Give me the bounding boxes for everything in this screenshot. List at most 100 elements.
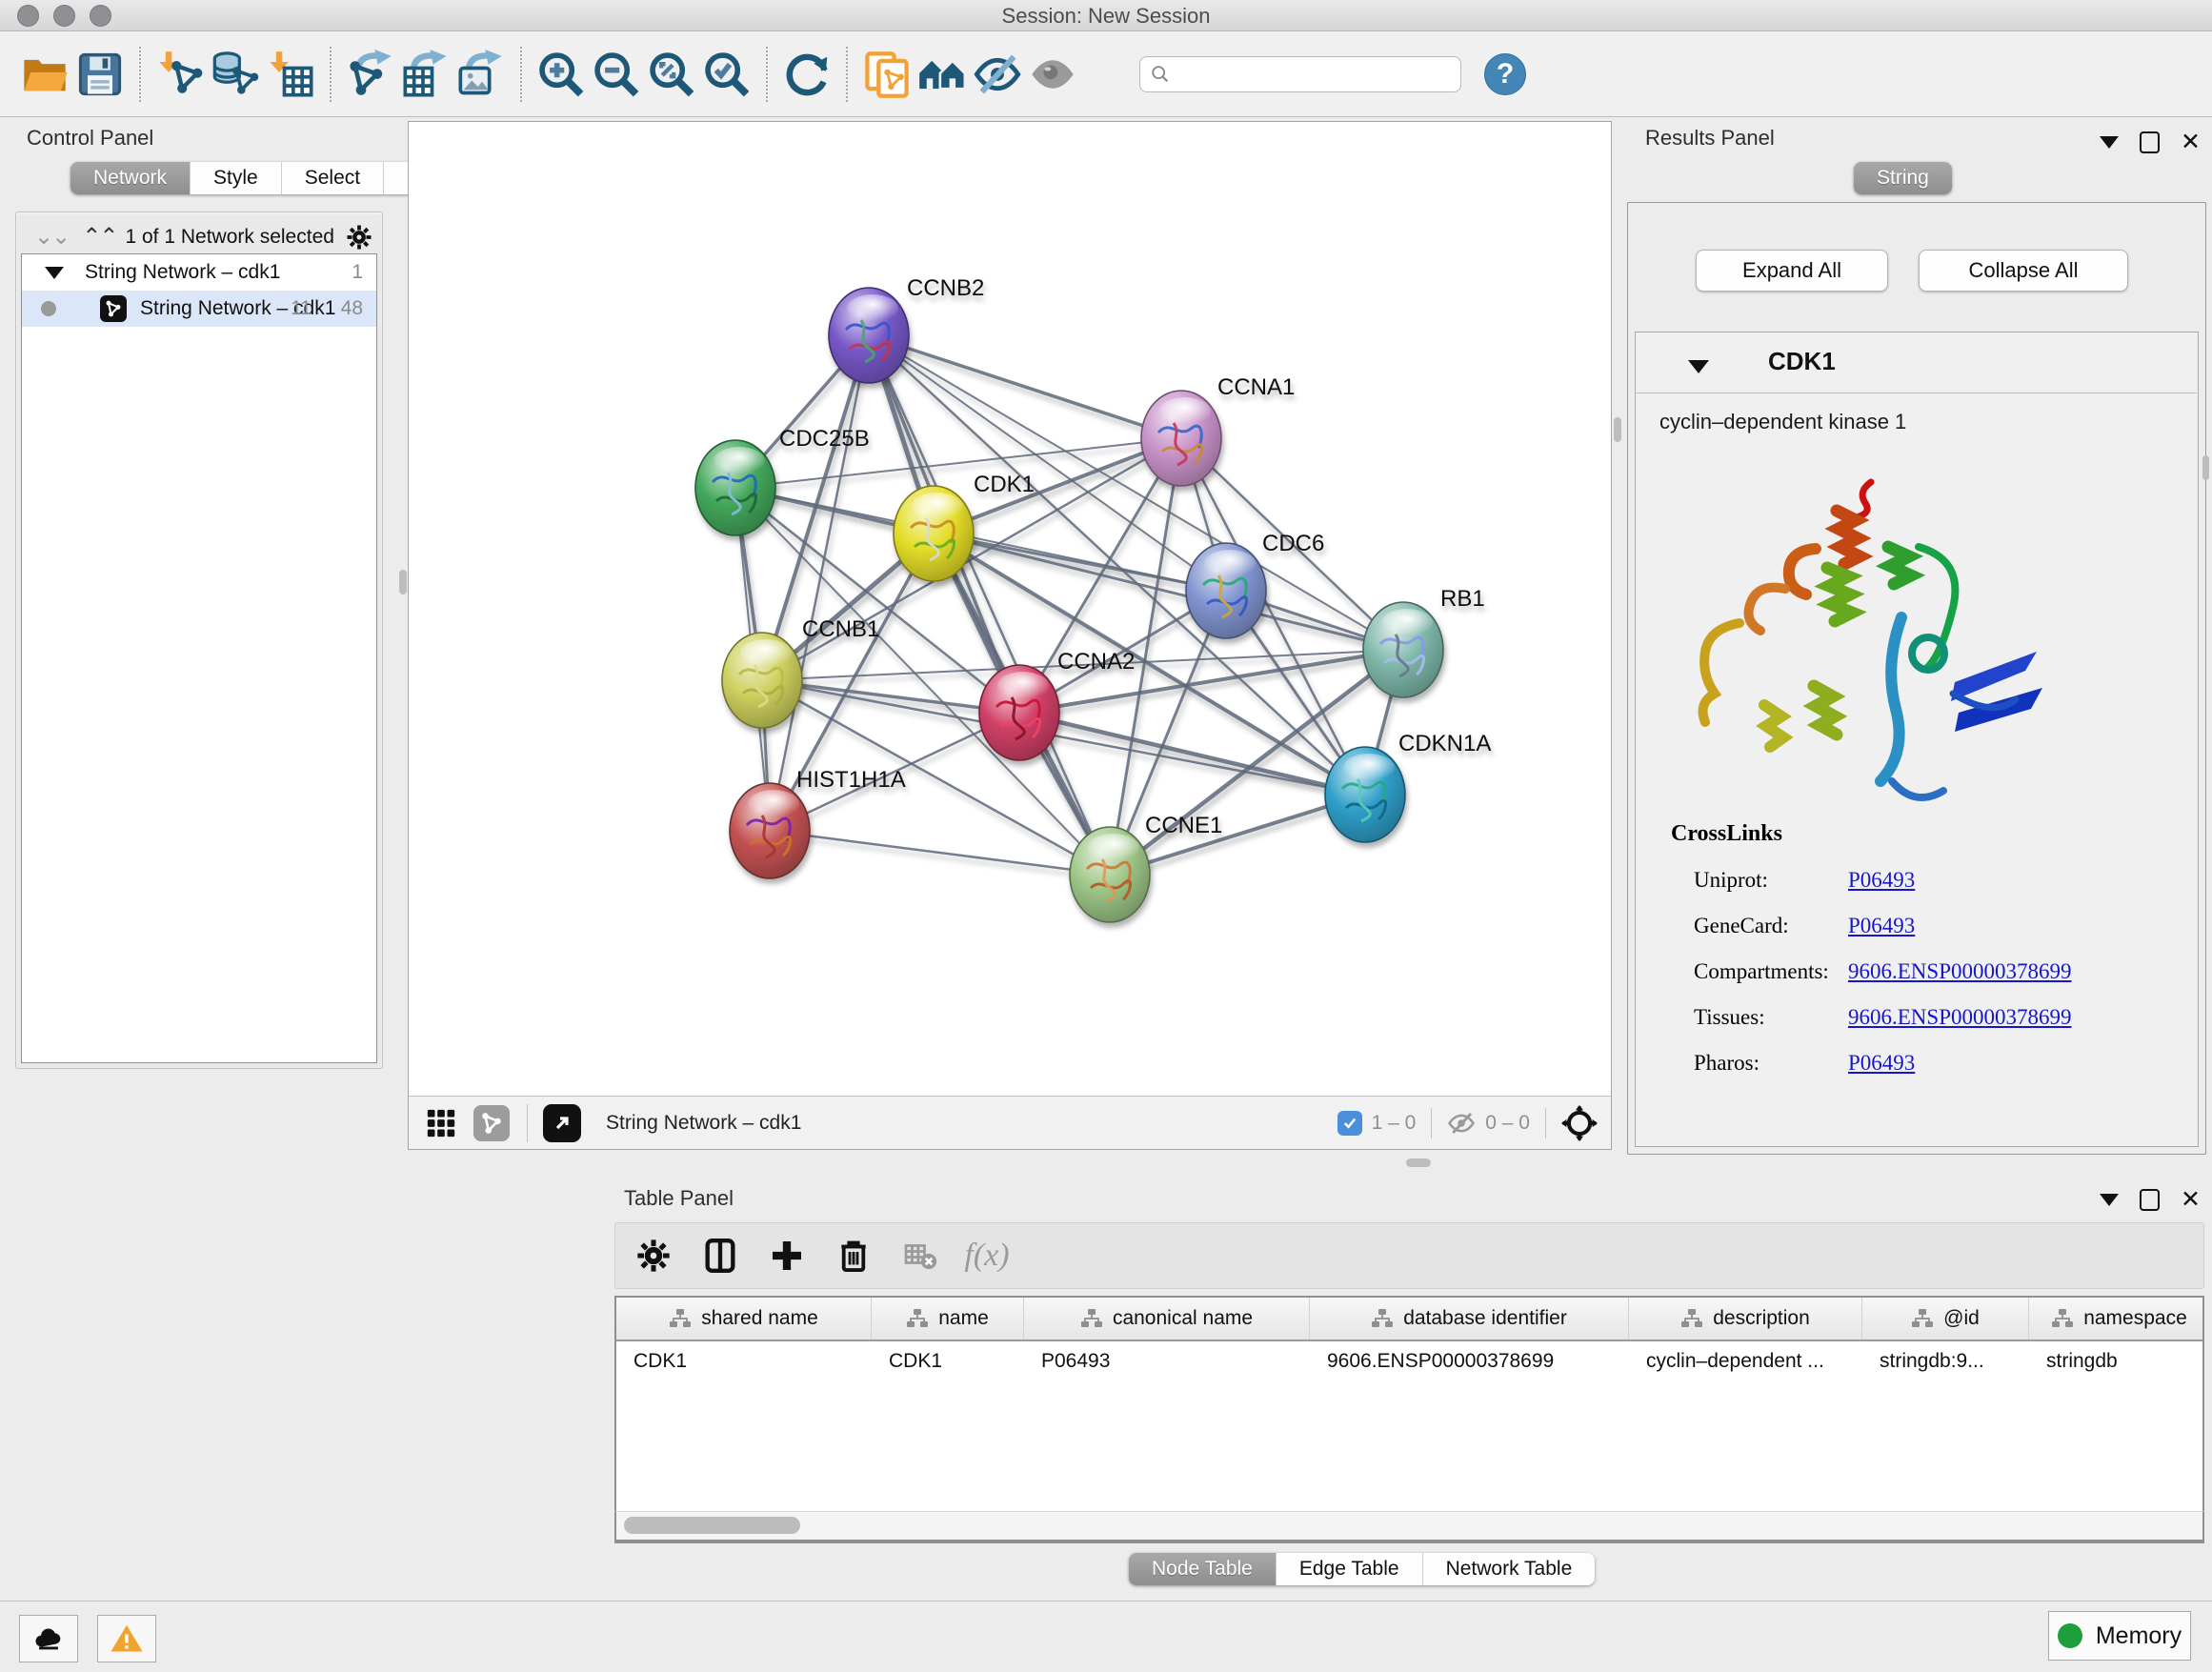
collapse-all-button[interactable]: Collapse All — [1919, 250, 2128, 292]
edge-CDK1-RB1[interactable] — [934, 534, 1403, 650]
column-header--id[interactable]: @id — [1862, 1298, 2029, 1340]
apply-layout-button[interactable] — [779, 47, 835, 102]
node-RB1[interactable]: RB1 — [1363, 586, 1485, 697]
collapse-all-networks-icon[interactable]: ⌃⌃ — [82, 229, 116, 246]
warning-status-button[interactable] — [97, 1615, 156, 1662]
help-button[interactable]: ? — [1484, 53, 1526, 95]
edge-CCNB2-CCNE1[interactable] — [869, 335, 1110, 875]
tab-string[interactable]: String — [1854, 162, 1952, 194]
crosslink-link[interactable]: P06493 — [1848, 868, 1915, 893]
zoom-fit-button[interactable] — [644, 47, 699, 102]
expand-all-networks-icon[interactable]: ⌄⌄ — [34, 229, 69, 246]
node-table[interactable]: shared name name canonical name database… — [614, 1296, 2204, 1543]
import-network-database-button[interactable] — [208, 47, 263, 102]
zoom-selected-button[interactable] — [699, 47, 754, 102]
column-header-description[interactable]: description — [1629, 1298, 1862, 1340]
node-CCNE1[interactable]: CCNE1 — [1070, 813, 1222, 922]
tab-edge-table[interactable]: Edge Table — [1277, 1553, 1423, 1585]
memory-button[interactable]: Memory — [2048, 1611, 2191, 1661]
right-splitter-handle[interactable] — [1614, 417, 1621, 442]
horizontal-splitter-handle[interactable] — [1406, 1158, 1431, 1167]
table-panel-collapse-icon[interactable] — [2100, 1194, 2119, 1206]
left-splitter-handle[interactable] — [399, 570, 407, 594]
table-cell[interactable]: P06493 — [1024, 1350, 1310, 1373]
table-cell[interactable]: CDK1 — [616, 1350, 872, 1373]
collection-expand-icon[interactable] — [45, 267, 64, 279]
node-section-header[interactable] — [1635, 339, 2197, 393]
show-columns-icon[interactable] — [695, 1231, 745, 1280]
crosslink-link[interactable]: 9606.ENSP00000378699 — [1848, 959, 2072, 984]
table-panel-close-icon[interactable]: ✕ — [2181, 1191, 2201, 1209]
table-cell[interactable]: 9606.ENSP00000378699 — [1310, 1350, 1629, 1373]
export-image-button[interactable] — [453, 47, 509, 102]
show-all-button[interactable] — [1025, 47, 1080, 102]
table-options-gear-icon[interactable] — [629, 1231, 678, 1280]
table-horizontal-scrollbar[interactable] — [614, 1511, 2204, 1541]
create-column-plus-icon[interactable] — [762, 1231, 812, 1280]
network-canvas[interactable]: CCNB2 CCNA1 CDC25B CDK1 CDC6 R — [409, 122, 1611, 1096]
search-box[interactable] — [1139, 56, 1461, 92]
open-session-button[interactable] — [17, 47, 72, 102]
clone-network-button[interactable] — [859, 47, 915, 102]
column-header-name[interactable]: name — [872, 1298, 1024, 1340]
table-cell[interactable]: cyclin–dependent ... — [1629, 1350, 1862, 1373]
zoom-out-button[interactable] — [589, 47, 644, 102]
edge-CCNA2-CDKN1A[interactable] — [1019, 713, 1365, 795]
string-view-icon[interactable] — [473, 1105, 510, 1141]
first-neighbors-button[interactable] — [915, 47, 970, 102]
export-table-button[interactable] — [398, 47, 453, 102]
results-panel-close-icon[interactable]: ✕ — [2181, 133, 2201, 151]
network-edges[interactable] — [735, 335, 1403, 875]
tab-node-table[interactable]: Node Table — [1129, 1553, 1277, 1585]
function-builder-icon[interactable]: f(x) — [962, 1231, 1012, 1280]
import-network-file-button[interactable] — [152, 47, 208, 102]
network-list-options-gear-icon[interactable] — [343, 221, 375, 253]
network-collection-row[interactable]: String Network – cdk1 1 — [22, 254, 376, 291]
results-panel-float-icon[interactable] — [2140, 131, 2160, 153]
network-view-panel[interactable]: CCNB2 CCNA1 CDC25B CDK1 CDC6 R — [408, 121, 1612, 1150]
node-CDC6[interactable]: CDC6 — [1186, 531, 1324, 638]
crosslink-link[interactable]: P06493 — [1848, 1051, 1915, 1076]
node-CDK1[interactable]: CDK1 — [894, 472, 1035, 581]
node-CCNA1[interactable]: CCNA1 — [1141, 374, 1295, 486]
tab-select[interactable]: Select — [282, 162, 384, 194]
table-cell[interactable]: stringdb — [2029, 1350, 2204, 1373]
network-row-selected[interactable]: String Network – cdk1 11 48 — [22, 291, 376, 327]
import-table-button[interactable] — [263, 47, 318, 102]
fit-crosshair-icon[interactable] — [1561, 1105, 1598, 1141]
table-row[interactable]: CDK1CDK1P064939606.ENSP00000378699cyclin… — [616, 1341, 2202, 1381]
edge-CCNE1-HIST1H1A[interactable] — [770, 831, 1110, 875]
search-input[interactable] — [1178, 62, 1451, 86]
results-panel-collapse-icon[interactable] — [2100, 136, 2119, 149]
delete-column-trash-icon[interactable] — [829, 1231, 878, 1280]
save-session-button[interactable] — [72, 47, 128, 102]
birds-eye-view-icon[interactable] — [543, 1104, 581, 1142]
column-header-database-identifier[interactable]: database identifier — [1310, 1298, 1629, 1340]
crosslink-link[interactable]: 9606.ENSP00000378699 — [1848, 1005, 2072, 1030]
crosslink-link[interactable]: P06493 — [1848, 914, 1915, 938]
zoom-in-button[interactable] — [533, 47, 589, 102]
tab-style[interactable]: Style — [191, 162, 282, 194]
table-cell[interactable]: CDK1 — [872, 1350, 1024, 1373]
selected-checkbox-icon[interactable] — [1337, 1111, 1362, 1136]
column-header-canonical-name[interactable]: canonical name — [1024, 1298, 1310, 1340]
tab-network-table[interactable]: Network Table — [1423, 1553, 1596, 1585]
cloud-status-button[interactable] — [19, 1615, 78, 1662]
expand-all-button[interactable]: Expand All — [1696, 250, 1888, 292]
tab-network[interactable]: Network — [70, 162, 191, 194]
table-panel-float-icon[interactable] — [2140, 1189, 2160, 1211]
node-CDKN1A[interactable]: CDKN1A — [1325, 731, 1491, 842]
column-header-namespace[interactable]: namespace — [2029, 1298, 2204, 1340]
results-scrollbar-handle[interactable] — [2202, 455, 2209, 480]
network-nodes[interactable]: CCNB2 CCNA1 CDC25B CDK1 CDC6 R — [695, 275, 1491, 922]
scrollbar-thumb[interactable] — [624, 1517, 800, 1534]
hide-selected-button[interactable] — [970, 47, 1025, 102]
table-cell[interactable]: stringdb:9... — [1862, 1350, 2029, 1373]
node-section-expand-icon[interactable] — [1688, 360, 1709, 373]
grid-view-icon[interactable] — [422, 1104, 460, 1142]
edge-CCNB2-CCNA1[interactable] — [869, 335, 1181, 438]
node-CDC25B[interactable]: CDC25B — [695, 426, 870, 535]
column-header-shared-name[interactable]: shared name — [616, 1298, 872, 1340]
delete-table-icon[interactable] — [895, 1231, 945, 1280]
export-network-button[interactable] — [343, 47, 398, 102]
